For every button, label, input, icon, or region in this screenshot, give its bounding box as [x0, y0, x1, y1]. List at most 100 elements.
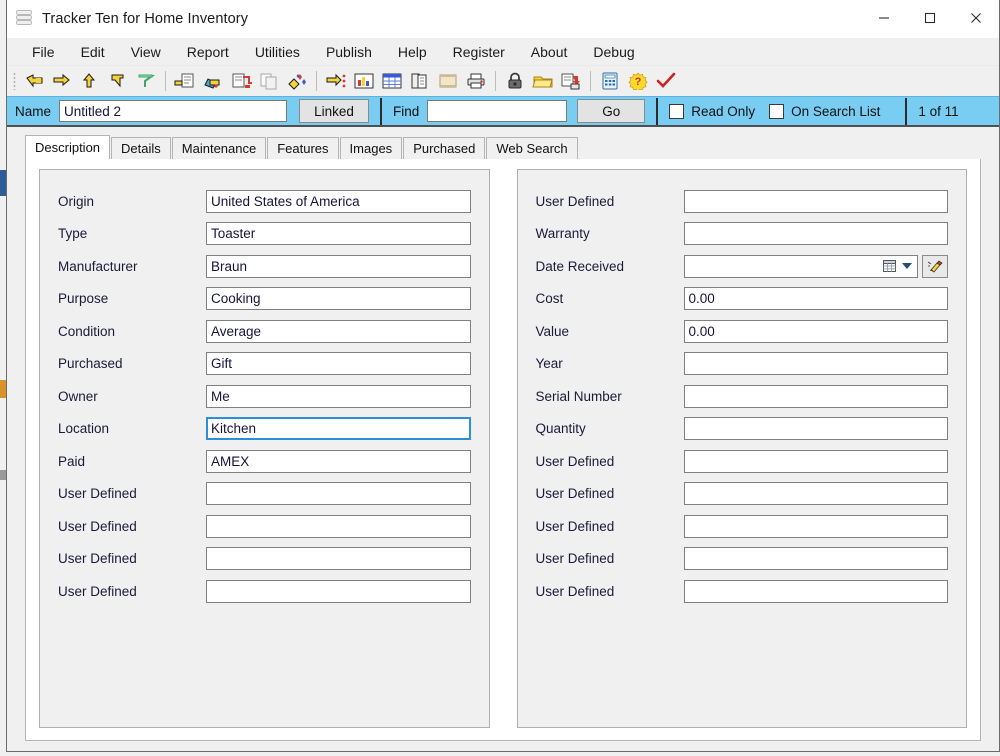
field-input-year-5[interactable]	[684, 352, 949, 375]
field-input-user-defined-9[interactable]	[206, 482, 471, 505]
pencil-wand-icon	[926, 259, 944, 274]
field-input-location-7[interactable]	[206, 417, 471, 440]
form-row-origin-0: Origin	[58, 185, 471, 218]
field-input-warranty-1[interactable]	[684, 222, 949, 245]
application-window: Tracker Ten for Home Inventory File Edit…	[0, 0, 1000, 756]
field-input-cost-3[interactable]	[684, 287, 949, 310]
field-input-serial-number-6[interactable]	[684, 385, 949, 408]
field-input-user-defined-11[interactable]	[684, 547, 949, 570]
field-input-value-4[interactable]	[684, 320, 949, 343]
calculator-icon[interactable]	[596, 68, 624, 94]
date-input[interactable]	[684, 255, 919, 278]
tab-images[interactable]: Images	[340, 137, 403, 159]
tab-purchased[interactable]: Purchased	[403, 137, 485, 159]
field-input-user-defined-0[interactable]	[684, 190, 949, 213]
read-only-checkbox[interactable]: Read Only	[669, 104, 755, 119]
field-input-paid-8[interactable]	[206, 450, 471, 473]
field-input-condition-4[interactable]	[206, 320, 471, 343]
on-search-list-checkbox[interactable]: On Search List	[769, 104, 880, 119]
field-input-user-defined-8[interactable]	[684, 450, 949, 473]
tab-maintenance[interactable]: Maintenance	[172, 137, 266, 159]
field-label: Location	[58, 421, 206, 436]
field-label: Cost	[536, 291, 684, 306]
form-row-serial-number-6: Serial Number	[536, 380, 949, 413]
tab-description[interactable]: Description	[25, 135, 110, 159]
field-label: User Defined	[58, 486, 206, 501]
form-row-value-4: Value	[536, 315, 949, 348]
name-input[interactable]	[59, 100, 287, 122]
help-icon[interactable]: ?	[624, 68, 652, 94]
form-row-user-defined-0: User Defined	[536, 185, 949, 218]
field-input-user-defined-10[interactable]	[206, 515, 471, 538]
select-record-icon[interactable]	[322, 68, 350, 94]
on-search-list-label: On Search List	[791, 104, 880, 119]
description-right-pane: User DefinedWarrantyDate ReceivedCostVal…	[517, 169, 968, 728]
date-edit-button[interactable]	[922, 255, 948, 278]
first-record-icon[interactable]	[20, 68, 48, 94]
new-record-icon[interactable]	[171, 68, 199, 94]
menu-item-file[interactable]: File	[19, 41, 68, 63]
next-record-icon[interactable]	[76, 68, 104, 94]
menu-item-view[interactable]: View	[118, 41, 174, 63]
linked-button[interactable]: Linked	[299, 99, 369, 123]
chevron-down-icon[interactable]	[902, 263, 912, 269]
read-only-label: Read Only	[691, 104, 755, 119]
menu-item-publish[interactable]: Publish	[313, 41, 385, 63]
field-input-owner-6[interactable]	[206, 385, 471, 408]
delete-record-icon[interactable]	[227, 68, 255, 94]
field-input-user-defined-12[interactable]	[684, 580, 949, 603]
check-icon[interactable]	[652, 68, 680, 94]
edit-record-icon[interactable]	[199, 68, 227, 94]
menu-item-edit[interactable]: Edit	[68, 41, 118, 63]
go-button[interactable]: Go	[577, 99, 645, 123]
toolbar-grip[interactable]	[13, 72, 16, 90]
copy-record-icon[interactable]	[255, 68, 283, 94]
close-button[interactable]	[953, 0, 999, 36]
form-row-user-defined-9: User Defined	[536, 478, 949, 511]
grid-view-icon[interactable]	[378, 68, 406, 94]
previous-record-icon[interactable]	[48, 68, 76, 94]
open-folder-icon[interactable]	[529, 68, 557, 94]
form-row-user-defined-10: User Defined	[536, 510, 949, 543]
maximize-button[interactable]	[907, 0, 953, 36]
search-input[interactable]	[427, 100, 567, 122]
duplicate-icon[interactable]	[406, 68, 434, 94]
clear-record-icon[interactable]	[283, 68, 311, 94]
menu-item-help[interactable]: Help	[385, 41, 440, 63]
record-bar: Name Linked Find Go Read Only On Search …	[7, 96, 999, 127]
lock-icon[interactable]	[501, 68, 529, 94]
toolbar-separator	[495, 71, 496, 91]
field-label: Serial Number	[536, 389, 684, 404]
field-input-user-defined-10[interactable]	[684, 515, 949, 538]
field-input-user-defined-9[interactable]	[684, 482, 949, 505]
tab-features[interactable]: Features	[267, 137, 338, 159]
last-record-icon[interactable]	[104, 68, 132, 94]
field-input-quantity-7[interactable]	[684, 417, 949, 440]
chart-icon[interactable]	[350, 68, 378, 94]
record-bar-divider	[656, 98, 658, 125]
field-input-purchased-5[interactable]	[206, 352, 471, 375]
field-label: User Defined	[536, 551, 684, 566]
filmstrip-icon[interactable]	[434, 68, 462, 94]
print-icon[interactable]	[462, 68, 490, 94]
field-input-origin-0[interactable]	[206, 190, 471, 213]
menu-item-about[interactable]: About	[518, 41, 581, 63]
field-input-type-1[interactable]	[206, 222, 471, 245]
menu-item-register[interactable]: Register	[440, 41, 518, 63]
tab-details[interactable]: Details	[111, 137, 171, 159]
menu-item-utilities[interactable]: Utilities	[242, 41, 313, 63]
field-input-user-defined-11[interactable]	[206, 547, 471, 570]
form-row-paid-8: Paid	[58, 445, 471, 478]
minimize-button[interactable]	[861, 0, 907, 36]
field-input-user-defined-12[interactable]	[206, 580, 471, 603]
field-label: User Defined	[536, 519, 684, 534]
field-input-purpose-3[interactable]	[206, 287, 471, 310]
menu-item-report[interactable]: Report	[174, 41, 242, 63]
record-bar-divider	[905, 98, 907, 125]
tab-web-search[interactable]: Web Search	[486, 137, 577, 159]
save-record-icon[interactable]	[557, 68, 585, 94]
goto-record-icon[interactable]	[132, 68, 160, 94]
form-row-date-received-2: Date Received	[536, 250, 949, 283]
field-input-manufacturer-2[interactable]	[206, 255, 471, 278]
menu-item-debug[interactable]: Debug	[580, 41, 647, 63]
